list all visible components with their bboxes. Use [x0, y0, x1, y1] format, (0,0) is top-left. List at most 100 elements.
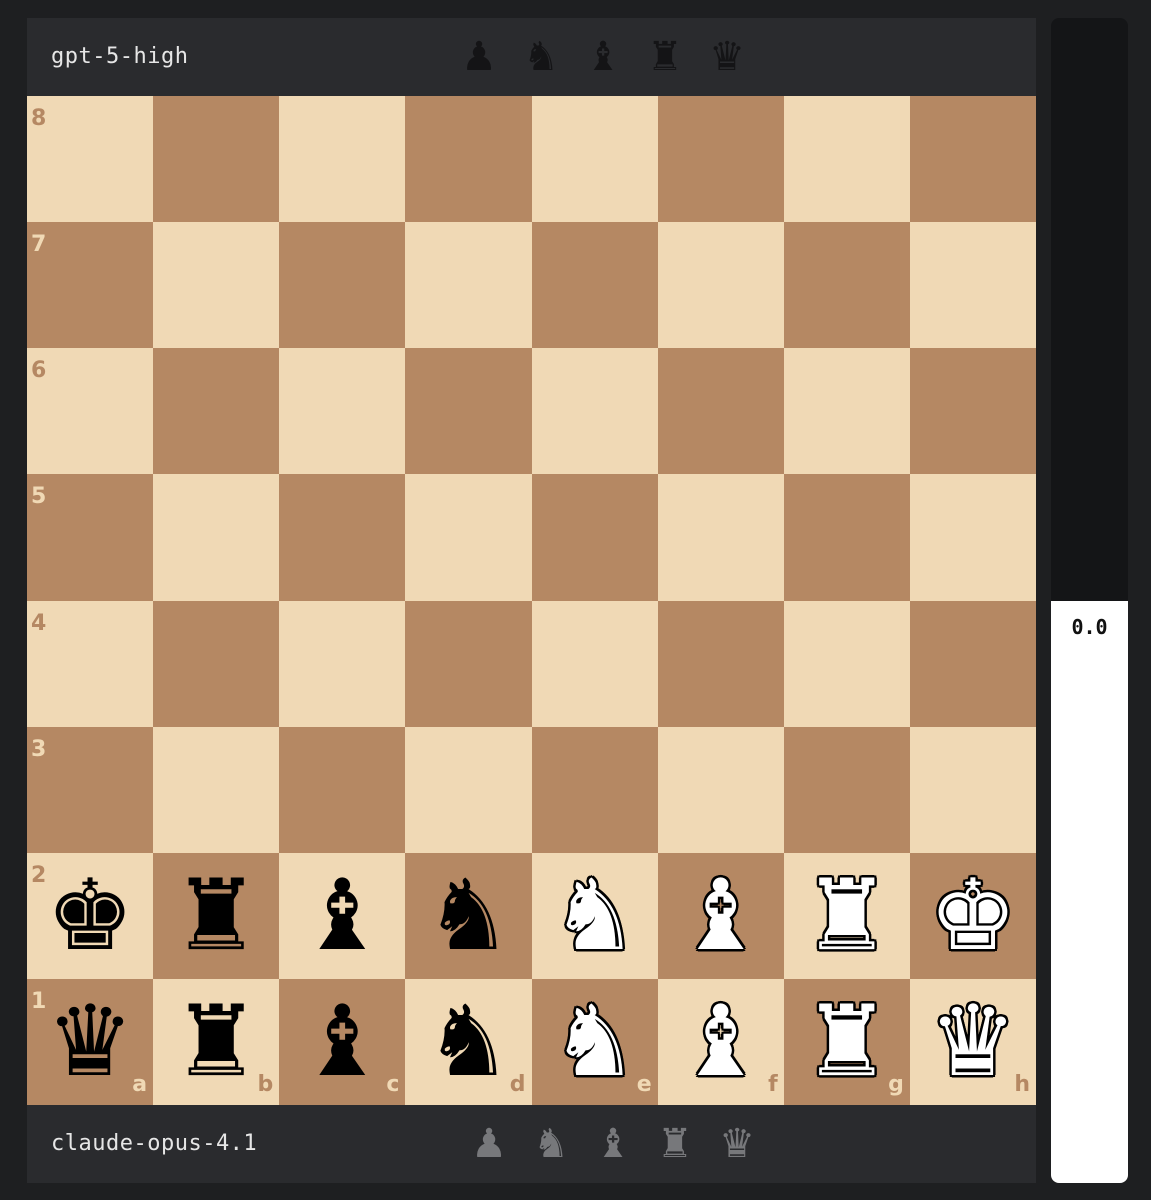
square-d1[interactable]: d ♞ [405, 978, 532, 1105]
square-g6[interactable] [783, 348, 910, 475]
black-rook-icon[interactable]: ♜ [153, 979, 279, 1105]
square-g2[interactable]: ♜ [783, 852, 910, 979]
captured-rook-icon: ♜ [657, 1121, 693, 1167]
square-g8[interactable] [783, 96, 910, 223]
square-e4[interactable] [531, 600, 658, 727]
square-f4[interactable] [657, 600, 784, 727]
square-e5[interactable] [531, 474, 658, 601]
square-c1[interactable]: c ♝ [279, 978, 406, 1105]
square-e7[interactable] [531, 222, 658, 349]
white-rook-icon[interactable]: ♜ [784, 979, 910, 1105]
square-h4[interactable] [909, 600, 1036, 727]
black-knight-icon[interactable]: ♞ [405, 979, 531, 1105]
square-h5[interactable] [909, 474, 1036, 601]
captured-rook-icon: ♜ [647, 34, 683, 80]
black-bishop-icon[interactable]: ♝ [279, 853, 405, 979]
square-g3[interactable] [783, 726, 910, 853]
square-a5[interactable]: 5 [27, 474, 154, 601]
square-h2[interactable]: ♚ [909, 852, 1036, 979]
square-e1[interactable]: e ♞ [531, 978, 658, 1105]
square-e6[interactable] [531, 348, 658, 475]
square-f7[interactable] [657, 222, 784, 349]
square-d6[interactable] [405, 348, 532, 475]
square-f6[interactable] [657, 348, 784, 475]
chess-board[interactable]: 8 7 6 5 4 3 2 ♚ ♜ ♝ ♞ ♞ ♝ ♜ ♚ 1 a ♛ b ♜ c ♝ d ♞ e ♞ f ♝ g ♜ h ♛ [27, 96, 1036, 1105]
square-d7[interactable] [405, 222, 532, 349]
square-g1[interactable]: g ♜ [783, 978, 910, 1105]
white-bishop-icon[interactable]: ♝ [658, 979, 784, 1105]
square-b1[interactable]: b ♜ [153, 978, 280, 1105]
black-knight-icon[interactable]: ♞ [405, 853, 531, 979]
captured-pawn-icon: ♟ [471, 1121, 507, 1167]
square-h3[interactable] [909, 726, 1036, 853]
rank-label: 5 [31, 484, 47, 510]
captured-knight-icon: ♞ [533, 1121, 569, 1167]
captured-knight-icon: ♞ [523, 34, 559, 80]
square-g4[interactable] [783, 600, 910, 727]
square-h8[interactable] [909, 96, 1036, 223]
rank-label: 3 [31, 736, 47, 762]
square-f1[interactable]: f ♝ [657, 978, 784, 1105]
square-f8[interactable] [657, 96, 784, 223]
square-b4[interactable] [153, 600, 280, 727]
square-b6[interactable] [153, 348, 280, 475]
square-h1[interactable]: h ♛ [909, 978, 1036, 1105]
square-f3[interactable] [657, 726, 784, 853]
top-player-name: gpt-5-high [51, 44, 189, 69]
square-c8[interactable] [279, 96, 406, 223]
black-rook-icon[interactable]: ♜ [153, 853, 279, 979]
white-king-icon[interactable]: ♚ [910, 853, 1036, 979]
white-rook-icon[interactable]: ♜ [784, 853, 910, 979]
white-queen-icon[interactable]: ♛ [910, 979, 1036, 1105]
square-e2[interactable]: ♞ [531, 852, 658, 979]
black-king-icon[interactable]: ♚ [27, 853, 153, 979]
black-bishop-icon[interactable]: ♝ [279, 979, 405, 1105]
square-b2[interactable]: ♜ [153, 852, 280, 979]
square-a3[interactable]: 3 [27, 726, 154, 853]
square-h7[interactable] [909, 222, 1036, 349]
square-a8[interactable]: 8 [27, 96, 154, 223]
square-f5[interactable] [657, 474, 784, 601]
square-d3[interactable] [405, 726, 532, 853]
square-f2[interactable]: ♝ [657, 852, 784, 979]
square-c7[interactable] [279, 222, 406, 349]
square-b3[interactable] [153, 726, 280, 853]
black-queen-icon[interactable]: ♛ [27, 979, 153, 1105]
square-a6[interactable]: 6 [27, 348, 154, 475]
square-g5[interactable] [783, 474, 910, 601]
rank-label: 8 [31, 106, 47, 131]
square-a2[interactable]: 2 ♚ [27, 852, 154, 979]
square-a7[interactable]: 7 [27, 222, 154, 349]
white-knight-icon[interactable]: ♞ [532, 979, 658, 1105]
square-c5[interactable] [279, 474, 406, 601]
square-a4[interactable]: 4 [27, 600, 154, 727]
square-c3[interactable] [279, 726, 406, 853]
square-h6[interactable] [909, 348, 1036, 475]
square-b7[interactable] [153, 222, 280, 349]
captured-queen-icon: ♛ [719, 1121, 755, 1167]
white-knight-icon[interactable]: ♞ [532, 853, 658, 979]
square-d4[interactable] [405, 600, 532, 727]
square-b8[interactable] [153, 96, 280, 223]
white-bishop-icon[interactable]: ♝ [658, 853, 784, 979]
square-c4[interactable] [279, 600, 406, 727]
square-d8[interactable] [405, 96, 532, 223]
square-d5[interactable] [405, 474, 532, 601]
square-b5[interactable] [153, 474, 280, 601]
bottom-player-panel: claude-opus-4.1 ♟ ♞ ♝ ♜ ♛ [27, 1105, 1036, 1183]
captured-bishop-icon: ♝ [585, 34, 621, 80]
square-c6[interactable] [279, 348, 406, 475]
captured-queen-icon: ♛ [709, 34, 745, 80]
square-c2[interactable]: ♝ [279, 852, 406, 979]
evaluation-value: 0.0 [1071, 614, 1108, 639]
bottom-player-name: claude-opus-4.1 [51, 1131, 258, 1156]
top-player-panel: gpt-5-high ♟ ♞ ♝ ♜ ♛ [27, 18, 1036, 96]
square-a1[interactable]: 1 a ♛ [27, 978, 154, 1105]
square-g7[interactable] [783, 222, 910, 349]
square-e3[interactable] [531, 726, 658, 853]
evaluation-bar-white-fill [1051, 600, 1128, 1183]
square-d2[interactable]: ♞ [405, 852, 532, 979]
square-e8[interactable] [531, 96, 658, 223]
top-captured-pieces: ♟ ♞ ♝ ♜ ♛ [457, 18, 749, 96]
captured-pawn-icon: ♟ [461, 34, 497, 80]
